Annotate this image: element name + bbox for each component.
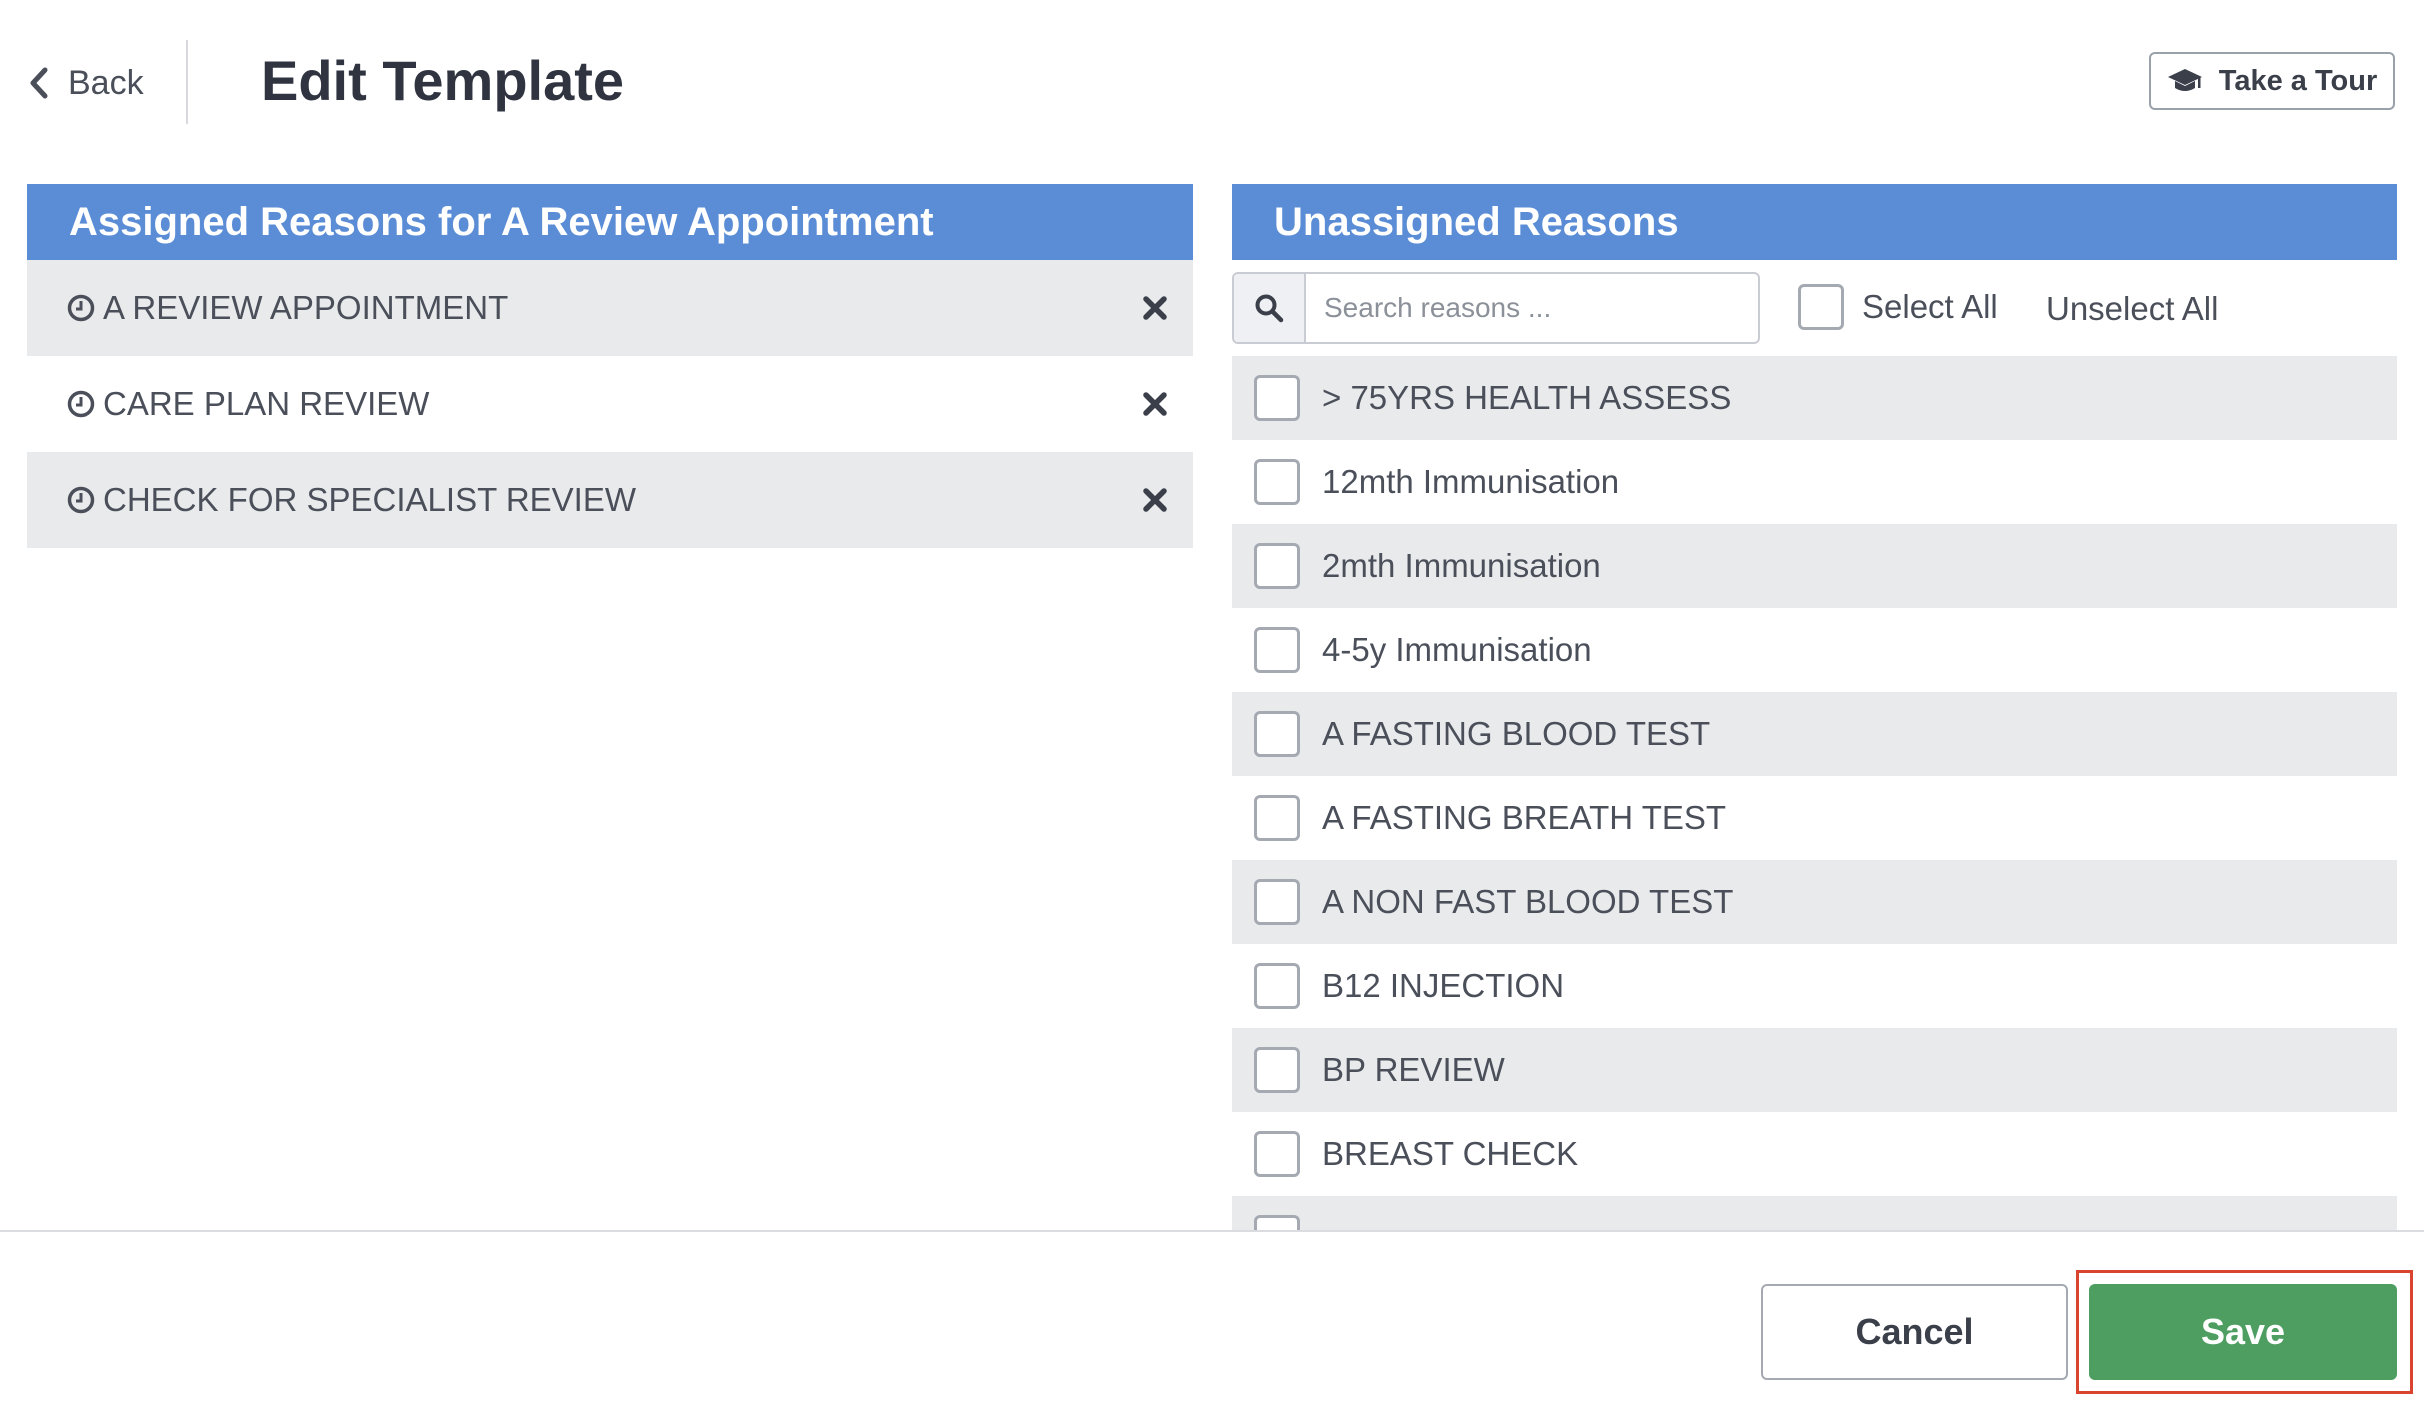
reason-checkbox[interactable]: [1254, 1047, 1300, 1093]
take-a-tour-label: Take a Tour: [2218, 64, 2378, 97]
clock-icon: [67, 294, 95, 322]
header-divider: [186, 40, 188, 124]
remove-icon[interactable]: [1141, 486, 1169, 514]
assigned-item-label: CHECK FOR SPECIALIST REVIEW: [103, 481, 636, 518]
unassigned-reasons-header: Unassigned Reasons: [1232, 184, 2397, 260]
assigned-item: CARE PLAN REVIEW: [27, 356, 1193, 452]
reason-label: BP REVIEW: [1322, 1051, 1505, 1088]
page-title: Edit Template: [261, 49, 625, 112]
reason-checkbox[interactable]: [1254, 963, 1300, 1009]
search-box: [1232, 272, 1760, 344]
footer-divider: [0, 1230, 2424, 1232]
reason-label: A FASTING BREATH TEST: [1322, 799, 1727, 836]
list-item[interactable]: A NON FAST BLOOD TEST: [1232, 860, 2397, 944]
reason-label: BREAST CHECK: [1322, 1135, 1579, 1172]
back-button[interactable]: Back: [28, 58, 144, 108]
assigned-item-label: CARE PLAN REVIEW: [103, 385, 430, 422]
remove-icon[interactable]: [1141, 294, 1169, 322]
reason-checkbox[interactable]: [1254, 1131, 1300, 1177]
reason-label: A NON FAST BLOOD TEST: [1322, 883, 1734, 920]
list-item-partial[interactable]: [1232, 1196, 2397, 1230]
assigned-item-label: A REVIEW APPOINTMENT: [103, 289, 509, 326]
select-all-checkbox[interactable]: [1798, 284, 1844, 330]
clock-icon: [67, 486, 95, 514]
list-item[interactable]: 4-5y Immunisation: [1232, 608, 2397, 692]
reason-label: B12 INJECTION: [1322, 967, 1565, 1004]
assigned-item: A REVIEW APPOINTMENT: [27, 260, 1193, 356]
remove-icon[interactable]: [1141, 390, 1169, 418]
reason-checkbox[interactable]: [1254, 375, 1300, 421]
back-label: Back: [68, 63, 144, 102]
save-button[interactable]: Save: [2089, 1284, 2397, 1380]
list-item[interactable]: BREAST CHECK: [1232, 1112, 2397, 1196]
reason-checkbox[interactable]: [1254, 459, 1300, 505]
clock-icon: [67, 390, 95, 418]
assigned-reasons-header: Assigned Reasons for A Review Appointmen…: [27, 184, 1193, 260]
page-header: Back Edit Template Take a Tour: [0, 0, 2424, 170]
assigned-item: CHECK FOR SPECIALIST REVIEW: [27, 452, 1193, 548]
reason-label: > 75YRS HEALTH ASSESS: [1322, 379, 1732, 416]
assigned-reasons-list: A REVIEW APPOINTMENT CARE PLAN REVIEW CH…: [27, 260, 1193, 548]
list-item[interactable]: > 75YRS HEALTH ASSESS: [1232, 356, 2397, 440]
search-input[interactable]: [1306, 274, 1758, 342]
search-icon: [1255, 294, 1284, 323]
take-a-tour-button[interactable]: Take a Tour: [2149, 52, 2395, 110]
reason-checkbox[interactable]: [1254, 795, 1300, 841]
reason-label: A FASTING BLOOD TEST: [1322, 715, 1711, 752]
graduation-cap-icon: [2167, 69, 2202, 91]
select-all-label: Select All: [1862, 288, 1998, 325]
list-item[interactable]: 2mth Immunisation: [1232, 524, 2397, 608]
list-item[interactable]: A FASTING BLOOD TEST: [1232, 692, 2397, 776]
reason-checkbox[interactable]: [1254, 879, 1300, 925]
reason-label: 2mth Immunisation: [1322, 547, 1601, 584]
list-item[interactable]: 12mth Immunisation: [1232, 440, 2397, 524]
chevron-left-icon: [30, 67, 48, 99]
list-item[interactable]: BP REVIEW: [1232, 1028, 2397, 1112]
unselect-all-link[interactable]: Unselect All: [2046, 290, 2218, 328]
list-item[interactable]: B12 INJECTION: [1232, 944, 2397, 1028]
list-item[interactable]: A FASTING BREATH TEST: [1232, 776, 2397, 860]
search-icon-addon[interactable]: [1234, 274, 1306, 342]
reason-label: 4-5y Immunisation: [1322, 631, 1592, 668]
reason-label: 12mth Immunisation: [1322, 463, 1620, 500]
unassigned-reasons-list[interactable]: > 75YRS HEALTH ASSESS 12mth Immunisation…: [1232, 356, 2397, 1230]
reason-checkbox[interactable]: [1254, 711, 1300, 757]
reason-checkbox[interactable]: [1254, 1215, 1300, 1230]
reason-checkbox[interactable]: [1254, 543, 1300, 589]
reason-checkbox[interactable]: [1254, 627, 1300, 673]
select-all-control[interactable]: Select All: [1798, 284, 1998, 330]
cancel-button[interactable]: Cancel: [1761, 1284, 2068, 1380]
